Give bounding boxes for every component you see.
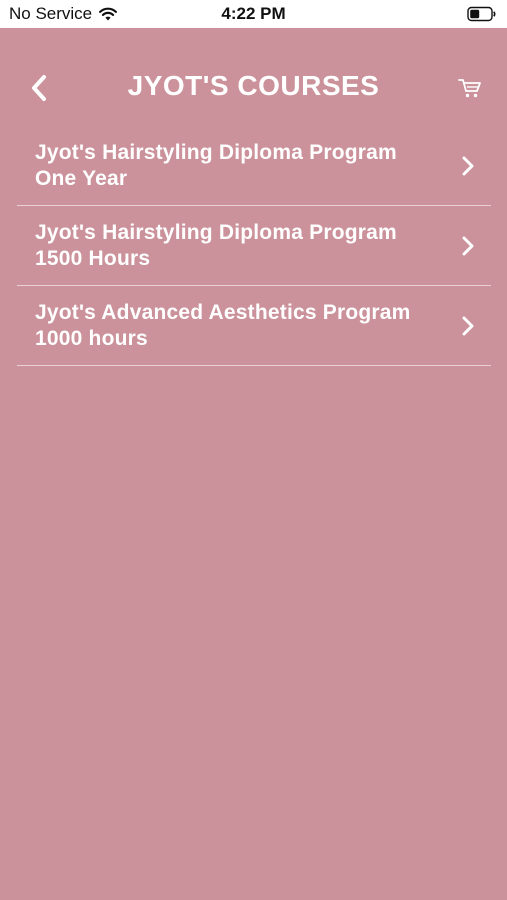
course-list-item[interactable]: Jyot's Advanced Aesthetics Program 1000 …: [17, 286, 491, 366]
course-title: Jyot's Advanced Aesthetics Program 1000 …: [35, 300, 411, 350]
course-list: Jyot's Hairstyling Diploma Program One Y…: [17, 126, 491, 366]
battery-icon: [467, 6, 497, 22]
chevron-right-icon: [462, 156, 474, 175]
course-list-item[interactable]: Jyot's Hairstyling Diploma Program 1500 …: [17, 206, 491, 286]
course-title: Jyot's Hairstyling Diploma Program 1500 …: [35, 220, 397, 270]
page-title: JYOT'S COURSES: [127, 70, 380, 101]
chevron-right-icon: [462, 236, 474, 255]
course-title: Jyot's Hairstyling Diploma Program One Y…: [35, 140, 397, 190]
chevron-right-icon: [462, 316, 474, 335]
cart-icon: [458, 79, 481, 98]
status-bar: No Service 4:22 PM: [0, 0, 507, 28]
app-header: JYOT'S COURSES: [0, 28, 507, 138]
status-time: 4:22 PM: [221, 4, 286, 23]
course-list-item[interactable]: Jyot's Hairstyling Diploma Program One Y…: [17, 126, 491, 206]
cart-button[interactable]: [457, 76, 483, 100]
